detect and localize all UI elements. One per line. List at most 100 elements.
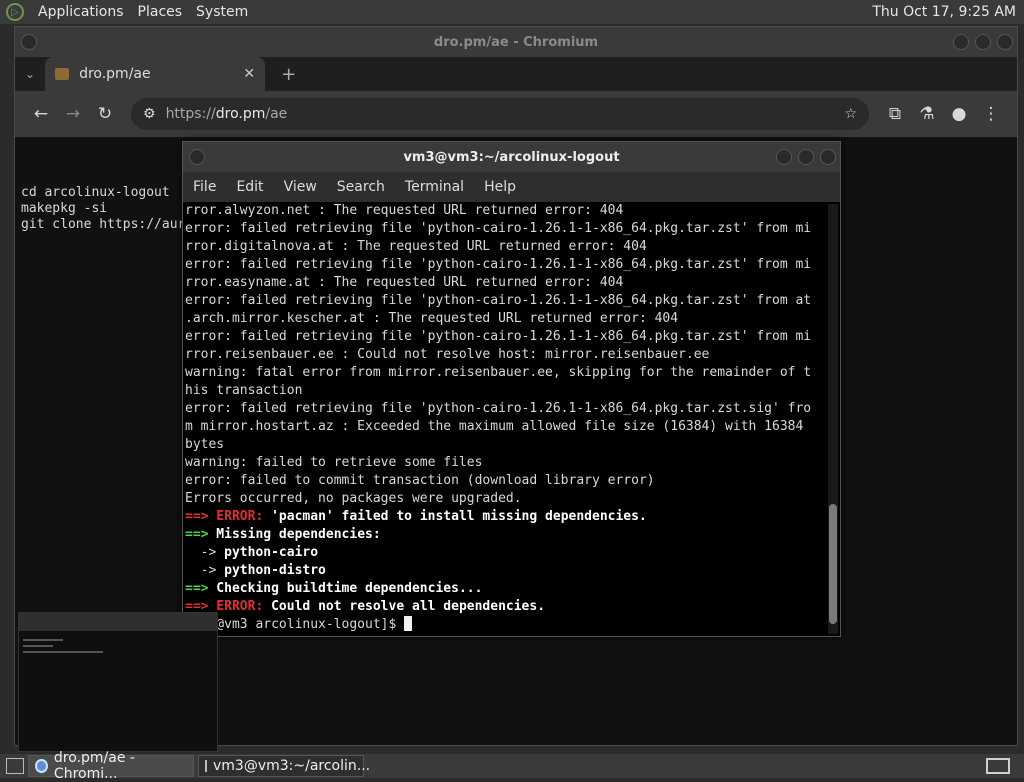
labs-flask-icon[interactable]: ⚗ bbox=[911, 98, 943, 130]
bottom-taskbar: dro.pm/ae - Chromi... vm3@vm3:~/arcolin.… bbox=[0, 750, 1024, 782]
menu-view[interactable]: View bbox=[284, 179, 317, 195]
address-bar[interactable]: ⚙ https://dro.pm/ae ☆ bbox=[131, 98, 869, 130]
new-tab-button[interactable]: + bbox=[281, 64, 296, 85]
terminal-line: .arch.mirror.kescher.at : The requested … bbox=[185, 310, 825, 328]
terminal-line: his transaction bbox=[185, 382, 825, 400]
terminal-line: warning: fatal error from mirror.reisenb… bbox=[185, 364, 825, 382]
page-code-block: cd arcolinux-logout makepkg -si git clone … bbox=[21, 185, 185, 233]
terminal-line: warning: failed to retrieve some files bbox=[185, 454, 825, 472]
tab-dro-pm[interactable]: dro.pm/ae ✕ bbox=[45, 57, 266, 91]
taskbar-label: vm3@vm3:~/arcolin... bbox=[213, 758, 371, 774]
terminal-segment: -> bbox=[185, 545, 225, 560]
terminal-output[interactable]: rror.alwyzon.net : The requested URL ret… bbox=[185, 202, 825, 634]
tab-title: dro.pm/ae bbox=[79, 66, 151, 82]
menu-search[interactable]: Search bbox=[337, 179, 385, 195]
chromium-icon bbox=[35, 759, 48, 773]
terminal-line: rror.alwyzon.net : The requested URL ret… bbox=[185, 202, 825, 220]
terminal-line: ==> Checking buildtime dependencies... bbox=[185, 580, 825, 598]
code-line: cd arcolinux-logout bbox=[21, 185, 170, 200]
close-button[interactable] bbox=[997, 34, 1013, 50]
terminal-titlebar[interactable]: vm3@vm3:~/arcolinux-logout bbox=[183, 142, 840, 172]
tab-close-icon[interactable]: ✕ bbox=[243, 66, 255, 82]
terminal-maximize-button[interactable] bbox=[798, 149, 814, 165]
menu-edit[interactable]: Edit bbox=[236, 179, 263, 195]
terminal-segment: ==> bbox=[185, 527, 209, 542]
menu-places[interactable]: Places bbox=[138, 4, 183, 20]
terminal-close-button[interactable] bbox=[820, 149, 836, 165]
terminal-line: ==> ERROR: Could not resolve all depende… bbox=[185, 598, 825, 616]
terminal-line: ==> ERROR: 'pacman' failed to install mi… bbox=[185, 508, 825, 526]
taskbar-item-terminal[interactable]: vm3@vm3:~/arcolin... bbox=[198, 755, 370, 777]
top-panel: ▷ Applications Places System Thu Oct 17,… bbox=[0, 0, 1024, 24]
tab-search-icon[interactable]: ⌄ bbox=[25, 67, 35, 81]
terminal-line: error: failed retrieving file 'python-ca… bbox=[185, 328, 825, 346]
terminal-window-menu-icon[interactable] bbox=[189, 149, 205, 165]
terminal-segment: warning: fatal error from mirror.reisenb… bbox=[185, 365, 812, 380]
terminal-scrollbar[interactable] bbox=[828, 204, 838, 634]
terminal-segment: his transaction bbox=[185, 383, 303, 398]
bookmark-star-icon[interactable]: ☆ bbox=[844, 106, 857, 122]
terminal-line: -> python-distro bbox=[185, 562, 825, 580]
extensions-icon[interactable]: ⧉ bbox=[879, 98, 911, 130]
window-preview-thumbnail[interactable] bbox=[18, 612, 218, 752]
chromium-toolbar: ← → ↻ ⚙ https://dro.pm/ae ☆ ⧉ ⚗ ● ⋮ bbox=[15, 91, 1017, 137]
terminal-line: ==> Missing dependencies: bbox=[185, 526, 825, 544]
terminal-line: Errors occurred, no packages were upgrad… bbox=[185, 490, 825, 508]
text-cursor bbox=[404, 616, 413, 631]
code-line: git clone https://aur bbox=[21, 217, 186, 232]
terminal-line: -> python-cairo bbox=[185, 544, 825, 562]
show-desktop-icon[interactable] bbox=[6, 758, 24, 774]
menu-applications[interactable]: Applications bbox=[38, 4, 124, 20]
window-menu-icon[interactable] bbox=[21, 34, 37, 50]
applications-menu-icon[interactable]: ▷ bbox=[6, 3, 24, 21]
terminal-line: error: failed retrieving file 'python-ca… bbox=[185, 292, 825, 310]
taskbar-item-chromium[interactable]: dro.pm/ae - Chromi... bbox=[28, 750, 194, 782]
window-title: dro.pm/ae - Chromium bbox=[433, 34, 599, 50]
terminal-segment: python-cairo bbox=[224, 545, 319, 560]
chromium-titlebar[interactable]: dro.pm/ae - Chromium bbox=[15, 27, 1017, 57]
url-host: dro.pm bbox=[215, 106, 266, 122]
terminal-segment: .arch.mirror.kescher.at : The requested … bbox=[185, 311, 679, 326]
terminal-title: vm3@vm3:~/arcolinux-logout bbox=[403, 149, 620, 165]
menu-terminal[interactable]: Terminal bbox=[405, 179, 464, 195]
terminal-menubar: File Edit View Search Terminal Help bbox=[183, 172, 840, 202]
terminal-segment: error: failed retrieving file 'python-ca… bbox=[185, 221, 812, 236]
menu-help[interactable]: Help bbox=[484, 179, 516, 195]
terminal-line: rror.easyname.at : The requested URL ret… bbox=[185, 274, 825, 292]
terminal-segment: rror.reisenbauer.ee : Could not resolve … bbox=[185, 347, 710, 362]
minimize-button[interactable] bbox=[953, 34, 969, 50]
terminal-segment: Missing dependencies: bbox=[208, 527, 381, 542]
clock[interactable]: Thu Oct 17, 9:25 AM bbox=[872, 4, 1016, 20]
maximize-button[interactable] bbox=[975, 34, 991, 50]
terminal-segment: warning: failed to retrieve some files bbox=[185, 455, 483, 470]
scrollbar-thumb[interactable] bbox=[829, 504, 837, 624]
terminal-line: error: failed retrieving file 'python-ca… bbox=[185, 256, 825, 274]
terminal-segment: rror.digitalnova.at : The requested URL … bbox=[185, 239, 647, 254]
workspace-switcher-icon[interactable] bbox=[986, 758, 1010, 774]
reload-button[interactable]: ↻ bbox=[89, 98, 121, 130]
menu-system[interactable]: System bbox=[196, 4, 248, 20]
terminal-segment: error: failed retrieving file 'python-ca… bbox=[185, 257, 812, 272]
terminal-window: vm3@vm3:~/arcolinux-logout File Edit Vie… bbox=[182, 141, 841, 637]
terminal-line: error: failed retrieving file 'python-ca… bbox=[185, 220, 825, 238]
site-settings-icon[interactable]: ⚙ bbox=[143, 106, 156, 122]
terminal-line: m mirror.hostart.az : Exceeded the maxim… bbox=[185, 418, 825, 436]
terminal-segment: -> bbox=[185, 563, 225, 578]
terminal-segment: rror.alwyzon.net : The requested URL ret… bbox=[185, 203, 624, 218]
terminal-line: error: failed retrieving file 'python-ca… bbox=[185, 400, 825, 418]
menu-file[interactable]: File bbox=[193, 179, 216, 195]
terminal-minimize-button[interactable] bbox=[776, 149, 792, 165]
terminal-line: rror.reisenbauer.ee : Could not resolve … bbox=[185, 346, 825, 364]
back-button[interactable]: ← bbox=[25, 98, 57, 130]
terminal-segment: error: failed to commit transaction (dow… bbox=[185, 473, 655, 488]
terminal-segment: bytes bbox=[185, 437, 225, 452]
terminal-line: [vm3@vm3 arcolinux-logout]$ bbox=[185, 616, 825, 634]
terminal-segment: Could not resolve all dependencies. bbox=[263, 599, 546, 614]
tab-strip: ⌄ dro.pm/ae ✕ + bbox=[15, 57, 1017, 91]
profile-icon[interactable]: ● bbox=[943, 98, 975, 130]
terminal-segment: Errors occurred, no packages were upgrad… bbox=[185, 491, 522, 506]
menu-dots-icon[interactable]: ⋮ bbox=[975, 98, 1007, 130]
terminal-segment: python-distro bbox=[224, 563, 326, 578]
forward-button[interactable]: → bbox=[57, 98, 89, 130]
terminal-segment: m mirror.hostart.az : Exceeded the maxim… bbox=[185, 419, 804, 434]
